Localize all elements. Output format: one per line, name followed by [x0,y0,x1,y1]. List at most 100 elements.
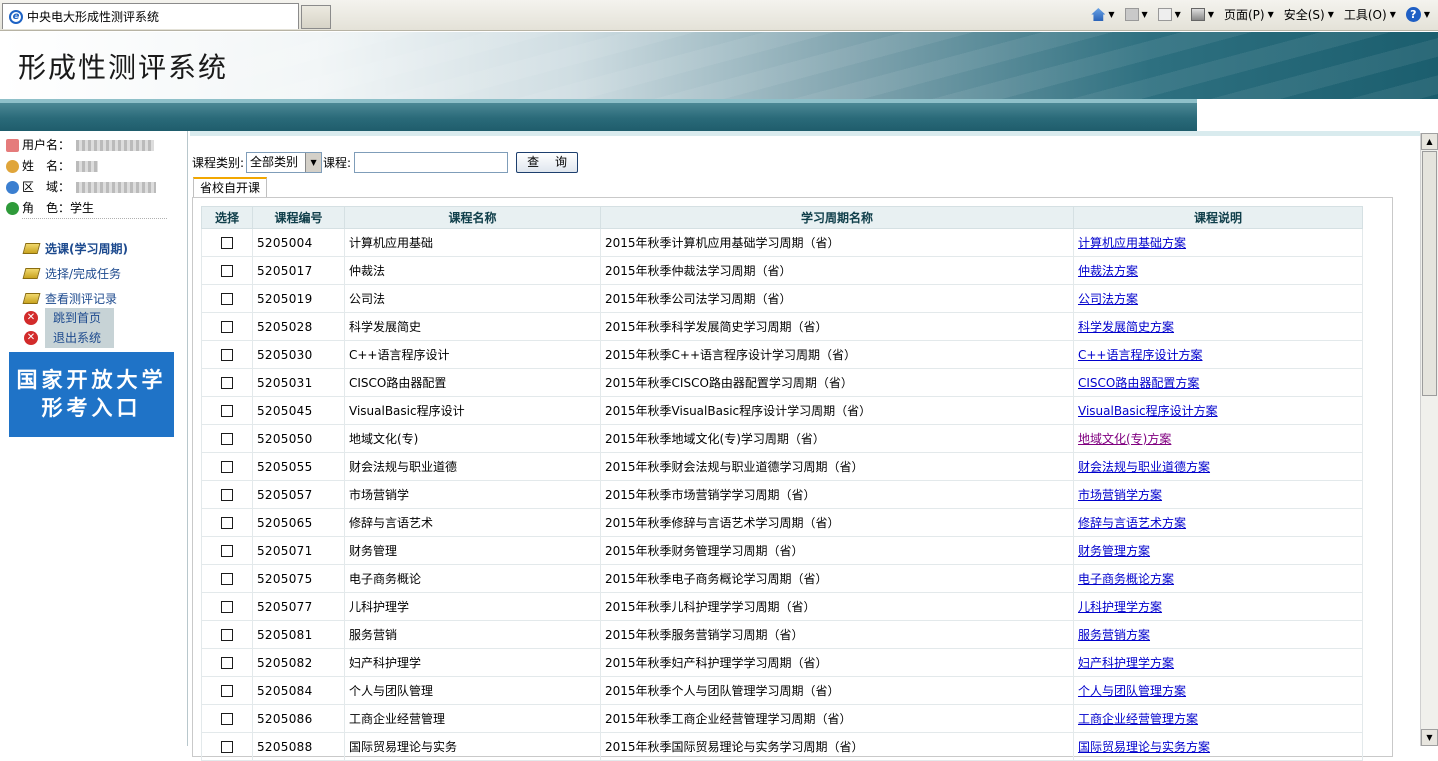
row-checkbox[interactable] [220,601,233,613]
course-plan-link[interactable]: CISCO路由器配置方案 [1078,376,1199,390]
course-plan-link[interactable]: 个人与团队管理方案 [1078,684,1186,698]
row-checkbox[interactable] [220,433,233,445]
row-checkbox[interactable] [220,489,233,501]
row-checkbox[interactable] [220,573,233,585]
course-plan-link[interactable]: 财会法规与职业道德方案 [1078,460,1210,474]
scroll-up-icon[interactable]: ▲ [1421,133,1438,150]
ouchn-entry-banner[interactable]: 国家开放大学 形考入口 [9,352,174,437]
home-icon [1091,8,1106,21]
header-period: 学习周期名称 [600,206,1074,229]
help-button[interactable]: ? ▼ [1405,7,1430,22]
course-plan-link[interactable]: 工商企业经营管理方案 [1078,712,1198,726]
course-plan-link[interactable]: 修辞与言语艺术方案 [1078,516,1186,530]
row-checkbox-cell [201,368,253,397]
page-menu[interactable]: 页面(P) ▼ [1224,6,1274,23]
study-period: 2015年秋季科学发展简史学习周期（省） [600,312,1074,341]
row-checkbox[interactable] [220,741,233,753]
scroll-thumb[interactable] [1422,151,1437,396]
mail-button[interactable]: ▼ [1157,8,1181,21]
course-plan-cell: 国际贸易理论与实务方案 [1073,732,1363,761]
vertical-scrollbar[interactable]: ▲ ▼ [1420,133,1438,746]
course-plan-link[interactable]: 国际贸易理论与实务方案 [1078,740,1210,754]
course-code: 5205088 [252,732,345,761]
course-plan-link[interactable]: 儿科护理学方案 [1078,600,1162,614]
course-plan-cell: C++语言程序设计方案 [1073,340,1363,369]
row-checkbox[interactable] [220,517,233,529]
course-name: 修辞与言语艺术 [344,508,601,537]
course-name: 个人与团队管理 [344,676,601,705]
row-checkbox[interactable] [220,685,233,697]
new-tab-button[interactable] [301,5,331,29]
course-plan-link[interactable]: 科学发展简史方案 [1078,320,1174,334]
row-checkbox[interactable] [220,321,233,333]
sidebar-menu: 选课(学习周期) 选择/完成任务 查看测评记录 [22,236,128,311]
table-row: 5205017 仲裁法 2015年秋季仲裁法学习周期（省） 仲裁法方案 [201,256,1363,285]
browser-tab-title: 中央电大形成性测评系统 [27,10,160,24]
row-checkbox[interactable] [220,237,233,249]
row-checkbox-cell [201,424,253,453]
course-plan-link[interactable]: 财务管理方案 [1078,544,1150,558]
book-icon [22,243,41,254]
row-checkbox[interactable] [220,545,233,557]
header-band [0,99,1197,131]
row-checkbox-cell [201,228,253,257]
course-plan-cell: 计算机应用基础方案 [1073,228,1363,257]
tab-provincial-courses[interactable]: 省校自开课 [193,177,268,199]
feeds-button[interactable]: ▼ [1124,8,1148,21]
row-checkbox[interactable] [220,377,233,389]
row-checkbox[interactable] [220,349,233,361]
header-plan: 课程说明 [1073,206,1363,229]
table-row: 5205081 服务营销 2015年秋季服务营销学习周期（省） 服务营销方案 [201,620,1363,649]
home-button[interactable]: ▼ [1091,8,1115,21]
course-plan-cell: 儿科护理学方案 [1073,592,1363,621]
course-plan-cell: CISCO路由器配置方案 [1073,368,1363,397]
course-plan-link[interactable]: 市场营销学方案 [1078,488,1162,502]
course-code: 5205084 [252,676,345,705]
course-plan-link[interactable]: 公司法方案 [1078,292,1138,306]
search-button[interactable]: 查 询 [516,152,579,173]
course-code: 5205077 [252,592,345,621]
row-checkbox[interactable] [220,405,233,417]
query-bar: 课程类别: 全部类别 ▼ 课程: 查 询 [192,152,579,173]
row-checkbox[interactable] [220,293,233,305]
menu-select-course[interactable]: 选课(学习周期) [22,236,128,261]
category-select[interactable]: 全部类别 ▼ [246,152,323,173]
left-sidebar: 用户名： 姓 名： 区 域： 角 色： 学生 选课(学习周期) 选择/完成任务 查… [0,131,188,746]
course-plan-cell: 个人与团队管理方案 [1073,676,1363,705]
row-checkbox[interactable] [220,629,233,641]
menu-select-task[interactable]: 选择/完成任务 [22,261,128,286]
home-link[interactable]: ✕ 跳到首页 [24,308,114,328]
course-input[interactable] [354,152,509,173]
globe-icon [6,181,19,194]
safety-menu[interactable]: 安全(S) ▼ [1284,6,1334,23]
course-plan-link[interactable]: 地域文化(专)方案 [1078,432,1171,446]
browser-tab[interactable]: e 中央电大形成性测评系统 [2,3,299,29]
course-plan-link[interactable]: 计算机应用基础方案 [1078,236,1186,250]
course-plan-link[interactable]: 服务营销方案 [1078,628,1150,642]
logout-link[interactable]: ✕ 退出系统 [24,328,114,348]
row-checkbox[interactable] [220,461,233,473]
scroll-down-icon[interactable]: ▼ [1421,729,1438,746]
table-row: 5205004 计算机应用基础 2015年秋季计算机应用基础学习周期（省） 计算机应用… [201,228,1363,257]
table-row: 5205086 工商企业经营管理 2015年秋季工商企业经营管理学习周期（省） 工商企… [201,704,1363,733]
table-row: 5205077 儿科护理学 2015年秋季儿科护理学学习周期（省） 儿科护理学方案 [201,592,1363,621]
row-checkbox-cell [201,648,253,677]
study-period: 2015年秋季妇产科护理学学习周期（省） [600,648,1074,677]
row-checkbox-cell [201,256,253,285]
tools-menu[interactable]: 工具(O) ▼ [1344,6,1396,23]
study-period: 2015年秋季财会法规与职业道德学习周期（省） [600,452,1074,481]
course-plan-link[interactable]: 妇产科护理学方案 [1078,656,1174,670]
course-plan-link[interactable]: 电子商务概论方案 [1078,572,1174,586]
course-plan-cell: 电子商务概论方案 [1073,564,1363,593]
row-checkbox[interactable] [220,713,233,725]
course-plan-link[interactable]: C++语言程序设计方案 [1078,348,1203,362]
row-checkbox[interactable] [220,657,233,669]
course-plan-cell: 财务管理方案 [1073,536,1363,565]
print-button[interactable]: ▼ [1190,8,1214,21]
row-checkbox[interactable] [220,265,233,277]
course-plan-link[interactable]: 仲裁法方案 [1078,264,1138,278]
course-name: 市场营销学 [344,480,601,509]
course-plan-link[interactable]: VisualBasic程序设计方案 [1078,404,1218,418]
row-checkbox-cell [201,396,253,425]
study-period: 2015年秋季儿科护理学学习周期（省） [600,592,1074,621]
